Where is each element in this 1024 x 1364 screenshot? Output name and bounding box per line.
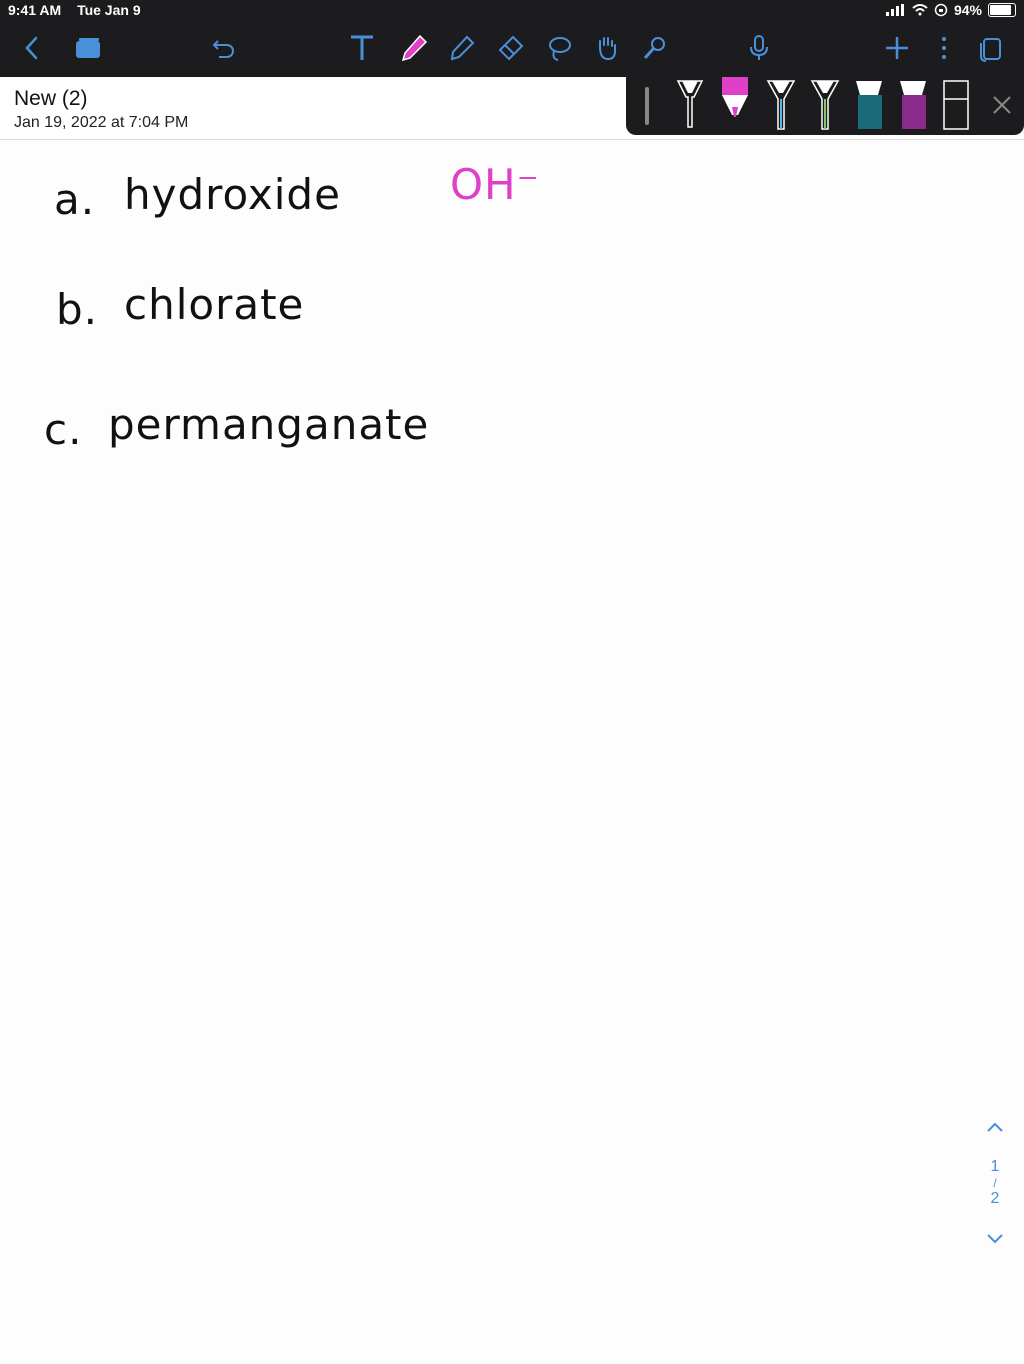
status-time: 9:41 AM [8, 2, 62, 18]
lasso-tool-icon[interactable] [541, 30, 577, 66]
wifi-icon [912, 4, 928, 16]
item-c-text: permanganate [108, 400, 430, 449]
current-page: 1 [990, 1158, 1000, 1175]
pages-icon[interactable] [70, 30, 106, 66]
item-a-answer: OH⁻ [450, 160, 540, 209]
pen-fine-black[interactable] [676, 80, 704, 128]
document-title[interactable]: New (2) [14, 87, 88, 111]
highlighter-purple[interactable] [900, 81, 926, 129]
status-bar: 9:41 AM Tue Jan 9 [8, 2, 153, 18]
laser-pointer-icon[interactable] [637, 30, 673, 66]
hand-tool-icon[interactable] [589, 30, 625, 66]
add-icon[interactable] [879, 30, 915, 66]
item-c-label: c. [44, 405, 83, 454]
pen-light-blue[interactable] [766, 80, 796, 130]
pen-pink[interactable] [722, 77, 748, 117]
item-a-text: hydroxide [124, 170, 341, 219]
item-a-label: a. [54, 175, 96, 224]
page-layout-icon[interactable] [973, 30, 1009, 66]
chevron-up-icon[interactable] [985, 1120, 1005, 1134]
eraser-tool-icon[interactable] [492, 30, 528, 66]
battery-percent: 94% [953, 2, 982, 18]
page-separator: / [993, 1176, 997, 1190]
total-pages: 2 [990, 1190, 1000, 1207]
back-icon[interactable] [14, 30, 50, 66]
chevron-down-icon[interactable] [985, 1232, 1005, 1246]
status-date: Tue Jan 9 [77, 2, 141, 18]
text-tool-icon[interactable] [344, 30, 380, 66]
item-b-text: chlorate [124, 280, 305, 329]
pen-tray-handle[interactable] [645, 87, 649, 125]
eraser-tool[interactable] [943, 80, 969, 130]
more-icon[interactable] [926, 30, 962, 66]
orientation-lock-icon [934, 3, 948, 17]
close-icon[interactable] [993, 96, 1011, 114]
highlighter-teal[interactable] [856, 81, 882, 129]
microphone-icon[interactable] [741, 30, 777, 66]
pen-tool-icon[interactable] [396, 30, 432, 66]
document-date: Jan 19, 2022 at 7:04 PM [14, 114, 189, 131]
battery-icon [988, 3, 1016, 17]
pen-green[interactable] [810, 80, 840, 130]
item-b-label: b. [56, 285, 99, 334]
note-canvas[interactable]: a. hydroxide OH⁻ b. chlorate c. permanga… [0, 140, 1024, 1364]
highlighter-tool-icon[interactable] [444, 30, 480, 66]
signal-icon [885, 4, 904, 16]
undo-icon[interactable] [206, 30, 242, 66]
status-indicators: 94% [885, 2, 1016, 18]
page-navigator: 1 / 2 [980, 1120, 1010, 1270]
top-toolbar: 9:41 AM Tue Jan 9 94% [0, 0, 1024, 77]
pen-tray [626, 77, 1024, 135]
